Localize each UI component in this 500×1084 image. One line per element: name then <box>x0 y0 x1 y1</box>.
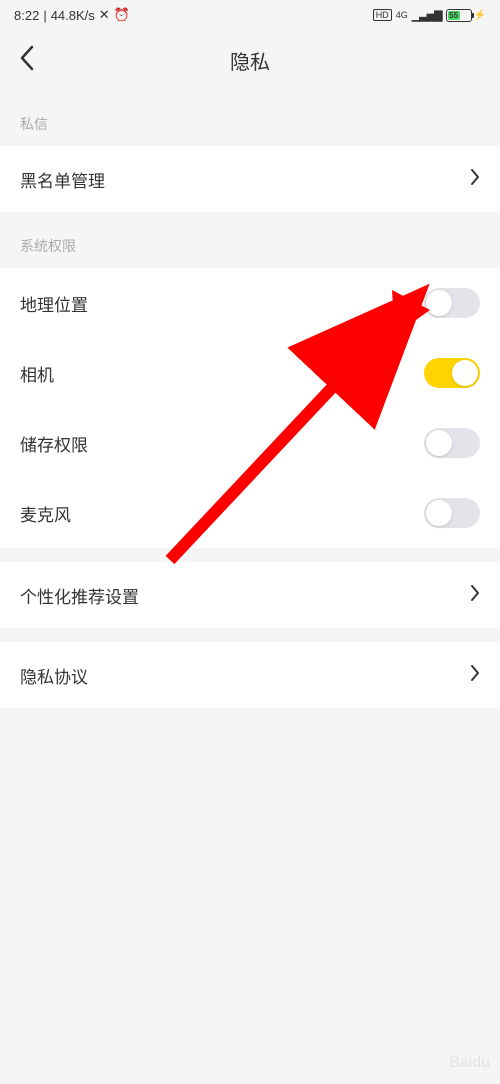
location-label: 地理位置 <box>20 291 88 316</box>
charging-icon: ⚡ <box>474 10 486 21</box>
toggle-knob <box>426 290 452 316</box>
camera-item: 相机 <box>0 338 500 408</box>
status-netspeed: 44.8K/s <box>51 8 95 23</box>
watermark: Baidu <box>449 1054 490 1072</box>
section-header-system-perms: 系统权限 <box>0 212 500 268</box>
camera-toggle[interactable] <box>424 358 480 388</box>
chevron-right-icon <box>470 166 480 192</box>
personalization-item[interactable]: 个性化推荐设置 <box>0 562 500 628</box>
section-header-private-msg: 私信 <box>0 90 500 146</box>
storage-toggle[interactable] <box>424 428 480 458</box>
back-button[interactable] <box>18 44 34 77</box>
section-private-msg: 黑名单管理 <box>0 146 500 212</box>
microphone-item: 麦克风 <box>0 478 500 548</box>
status-bar: 8:22 | 44.8K/s ✕ ⏰ HD 4G ▁▃▅▇ 55 ⚡ <box>0 0 500 30</box>
page-header: 隐私 <box>0 30 500 90</box>
microphone-label: 麦克风 <box>20 501 71 526</box>
blacklist-item[interactable]: 黑名单管理 <box>0 146 500 212</box>
status-time: 8:22 <box>14 8 39 23</box>
network-type: 4G <box>396 10 408 20</box>
chevron-left-icon <box>18 44 34 72</box>
personalization-label: 个性化推荐设置 <box>20 583 139 608</box>
toggle-knob <box>452 360 478 386</box>
privacy-policy-item[interactable]: 隐私协议 <box>0 642 500 708</box>
section-privacy-policy: 隐私协议 <box>0 642 500 708</box>
battery-fill: 55 <box>448 11 460 20</box>
toggle-knob <box>426 500 452 526</box>
toggle-knob <box>426 430 452 456</box>
battery-icon: 55 <box>446 9 472 22</box>
alarm-icon: ⏰ <box>114 7 130 23</box>
status-left: 8:22 | 44.8K/s ✕ ⏰ <box>14 7 130 23</box>
mute-icon: ✕ <box>99 7 110 23</box>
signal-icon: ▁▃▅▇ <box>412 9 442 22</box>
section-system-perms: 地理位置 相机 储存权限 麦克风 <box>0 268 500 548</box>
storage-item: 储存权限 <box>0 408 500 478</box>
status-divider: | <box>43 8 46 23</box>
status-right: HD 4G ▁▃▅▇ 55 ⚡ <box>373 9 486 22</box>
location-toggle[interactable] <box>424 288 480 318</box>
battery-indicator: 55 ⚡ <box>446 9 486 22</box>
hd-badge: HD <box>373 9 392 21</box>
chevron-right-icon <box>470 582 480 608</box>
privacy-policy-label: 隐私协议 <box>20 663 88 688</box>
storage-label: 储存权限 <box>20 431 88 456</box>
chevron-right-icon <box>470 662 480 688</box>
section-personalization: 个性化推荐设置 <box>0 562 500 628</box>
microphone-toggle[interactable] <box>424 498 480 528</box>
blacklist-label: 黑名单管理 <box>20 167 105 192</box>
camera-label: 相机 <box>20 361 54 386</box>
location-item: 地理位置 <box>0 268 500 338</box>
page-title: 隐私 <box>230 46 270 75</box>
